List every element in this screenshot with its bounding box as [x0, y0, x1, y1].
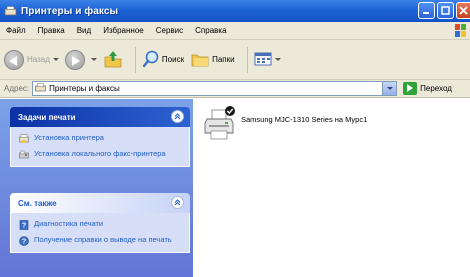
go-button[interactable]: Переход	[403, 82, 452, 95]
panel-title: См. также	[18, 198, 57, 208]
task-label: Диагностика печати	[34, 219, 104, 228]
menu-bar: Файл Правка Вид Избранное Сервис Справка	[0, 22, 470, 40]
address-label: Адрес:	[4, 84, 30, 93]
task-label: Установка принтера	[34, 133, 104, 142]
windows-logo-icon	[454, 23, 468, 38]
menu-tools[interactable]: Сервис	[156, 26, 183, 35]
menu-favorites[interactable]: Избранное	[103, 26, 144, 35]
main-content: Samsung MJC-1310 Series на Mypc1	[193, 99, 470, 277]
see-also-body: ? Диагностика печати ? Получение справки…	[10, 213, 190, 253]
toolbar-separator	[246, 46, 248, 73]
task-add-printer[interactable]: Установка принтера	[19, 133, 183, 144]
add-printer-icon	[19, 134, 29, 144]
address-dropdown-button[interactable]	[382, 82, 397, 95]
search-icon	[142, 50, 160, 70]
printers-folder-icon	[35, 82, 46, 95]
task-add-fax[interactable]: Установка локального факс-принтера	[19, 149, 183, 160]
maximize-button[interactable]	[437, 2, 454, 19]
task-label: Получение справки о выводе на печать	[34, 235, 172, 244]
task-troubleshoot[interactable]: ? Диагностика печати	[19, 219, 183, 230]
collapse-icon[interactable]	[171, 196, 184, 209]
see-also-header[interactable]: См. также	[10, 193, 190, 213]
up-folder-icon	[103, 49, 123, 71]
views-icon	[254, 51, 272, 69]
search-button[interactable]: Поиск	[142, 50, 184, 70]
chevron-down-icon	[386, 87, 393, 90]
fax-icon	[19, 150, 29, 160]
menu-file[interactable]: Файл	[6, 26, 26, 35]
help-globe-icon: ?	[19, 236, 29, 246]
task-print-help[interactable]: ? Получение справки о выводе на печать	[19, 235, 183, 246]
folders-label: Папки	[212, 55, 235, 64]
forward-dropdown-icon	[90, 58, 97, 61]
toolbar: Назад Поиск Папки	[0, 40, 470, 80]
task-label: Установка локального факс-принтера	[34, 149, 166, 158]
collapse-icon[interactable]	[171, 110, 184, 123]
up-folder-button[interactable]	[103, 49, 123, 71]
printers-folder-icon	[4, 5, 17, 17]
svg-text:?: ?	[22, 223, 26, 230]
printer-item[interactable]: Samsung MJC-1310 Series на Mypc1	[203, 105, 371, 145]
print-tasks-header[interactable]: Задачи печати	[10, 107, 190, 127]
printer-icon	[203, 105, 237, 145]
forward-arrow-icon	[64, 49, 85, 70]
menu-edit[interactable]: Правка	[38, 26, 65, 35]
task-pane: Задачи печати Установка принтера Установ…	[0, 99, 193, 277]
print-tasks-body: Установка принтера Установка локального …	[10, 127, 190, 167]
minimize-button[interactable]	[418, 2, 435, 19]
svg-text:?: ?	[22, 239, 26, 246]
menu-help[interactable]: Справка	[195, 26, 226, 35]
close-button[interactable]	[456, 2, 470, 19]
help-book-icon: ?	[19, 220, 29, 230]
folders-icon	[190, 50, 210, 70]
address-field[interactable]: Принтеры и факсы	[32, 81, 398, 96]
views-button[interactable]	[254, 51, 281, 69]
search-label: Поиск	[161, 55, 185, 64]
address-bar: Адрес: Принтеры и факсы Переход	[0, 80, 470, 98]
title-bar[interactable]: Принтеры и факсы	[0, 0, 470, 22]
toolbar-separator	[134, 46, 136, 73]
window-title: Принтеры и факсы	[21, 5, 119, 17]
menu-view[interactable]: Вид	[77, 26, 91, 35]
folders-button[interactable]: Папки	[190, 50, 235, 70]
printer-name: Samsung MJC-1310 Series на Mypc1	[241, 115, 368, 124]
panel-title: Задачи печати	[18, 112, 76, 122]
back-label: Назад	[27, 55, 50, 64]
see-also-panel: См. также ? Диагностика печати ? Получен…	[10, 193, 190, 253]
back-arrow-icon	[4, 49, 24, 70]
go-label: Переход	[420, 84, 452, 93]
forward-button[interactable]	[64, 49, 97, 70]
print-tasks-panel: Задачи печати Установка принтера Установ…	[10, 107, 190, 167]
views-dropdown-icon	[274, 58, 281, 61]
address-value: Принтеры и факсы	[49, 84, 120, 93]
go-arrow-icon	[403, 82, 418, 95]
back-dropdown-icon	[52, 58, 59, 61]
back-button[interactable]: Назад	[4, 49, 59, 70]
